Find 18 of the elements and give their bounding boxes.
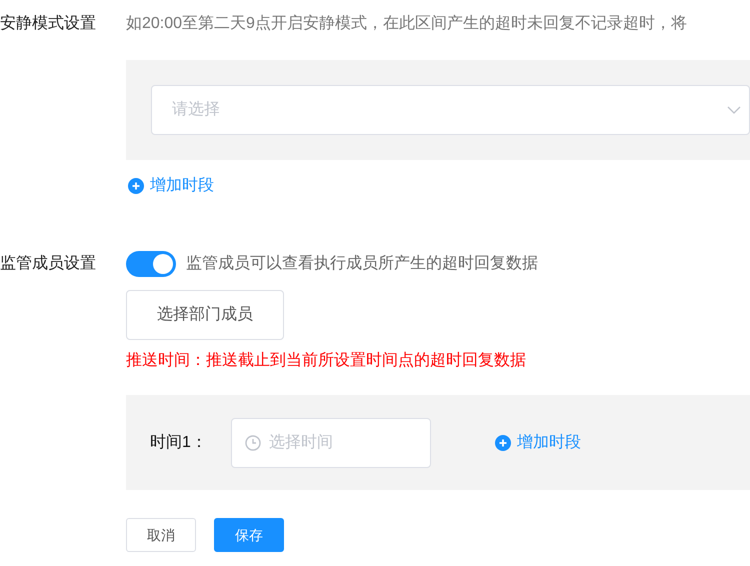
save-button[interactable]: 保存 bbox=[214, 518, 284, 552]
section-label: 监管成员设置 bbox=[0, 254, 97, 274]
add-icon bbox=[495, 434, 511, 450]
select-field[interactable]: 请选择 bbox=[151, 85, 750, 135]
toggle-switch[interactable] bbox=[126, 251, 176, 277]
description-text: 如20:00至第二天9点开启安静模式，在此区间产生的超时未回复不记录超时，将 bbox=[126, 14, 687, 34]
add-icon bbox=[128, 178, 144, 194]
section-label: 安静模式设置 bbox=[0, 14, 97, 34]
time-label: 时间1： bbox=[150, 432, 208, 452]
clock-icon bbox=[245, 434, 261, 450]
notice-text: 推送时间：推送截止到当前所设置时间点的超时回复数据 bbox=[126, 350, 527, 371]
time-field[interactable]: 选择时间 bbox=[231, 418, 431, 468]
select-members-button[interactable]: 选择部门成员 bbox=[126, 290, 284, 340]
cancel-button[interactable]: 取消 bbox=[126, 518, 196, 552]
add-period-link[interactable]: 增加时段 bbox=[128, 174, 214, 198]
toggle-label: 监管成员可以查看执行成员所产生的超时回复数据 bbox=[186, 254, 538, 274]
chevron-down-icon bbox=[727, 106, 741, 114]
add-period-link[interactable]: 增加时段 bbox=[495, 430, 581, 454]
